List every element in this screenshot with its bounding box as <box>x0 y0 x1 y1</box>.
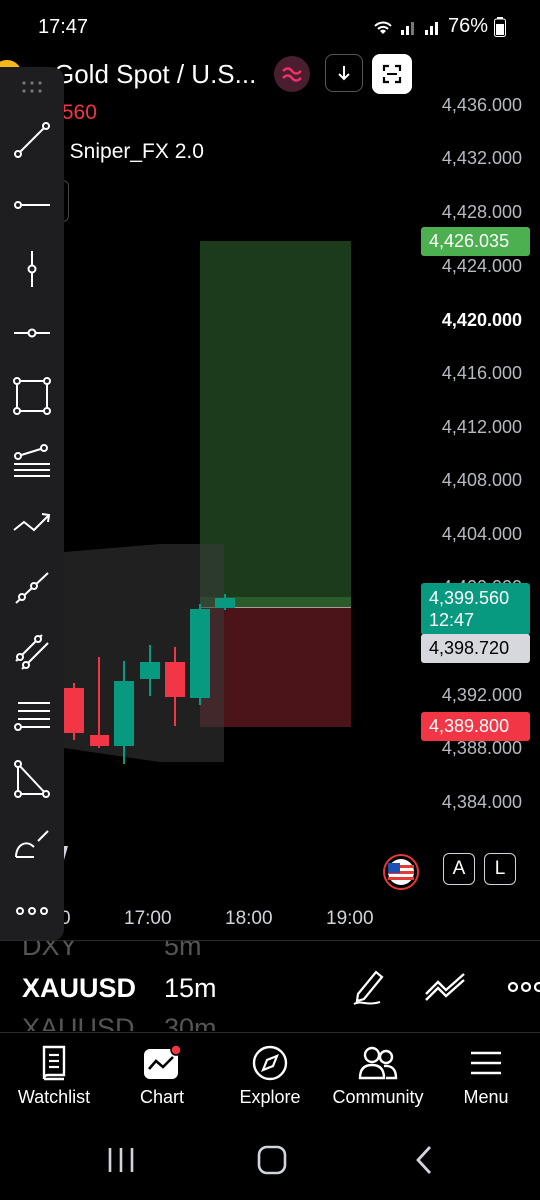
price-label: 4,428.000 <box>441 202 522 222</box>
nav-label: Watchlist <box>17 1087 91 1107</box>
picker-wheel[interactable]: DXY 5m XAUUSD 15m XAUUSD 30m <box>0 941 340 1031</box>
crosshair-price-tag: 4,398.720 <box>421 634 530 663</box>
time-label: 17:00 <box>124 908 172 929</box>
price-label: 4,408.000 <box>441 470 522 490</box>
vertical-line-icon <box>27 251 37 287</box>
system-nav <box>0 1120 540 1200</box>
nav-label: Community <box>332 1087 424 1107</box>
nav-explore[interactable]: Explore <box>216 1045 324 1108</box>
triangle-icon <box>14 760 50 798</box>
fib-retracement-icon <box>14 444 50 477</box>
wave-button[interactable] <box>274 56 310 92</box>
current-price-tag: 4,399.560 12:47 <box>421 583 530 635</box>
candle <box>64 683 84 740</box>
horizontal-ray-icon <box>14 201 50 209</box>
recent-apps-icon[interactable] <box>106 1146 136 1174</box>
price-label: 4,388.000 <box>441 738 522 758</box>
tool-rectangle[interactable] <box>6 370 58 422</box>
watchlist-icon <box>42 1045 66 1081</box>
drawing-toolbar <box>0 67 64 941</box>
picker-row-next[interactable]: XAUUSD <box>22 1013 135 1031</box>
tool-horizontal-line[interactable] <box>6 307 58 359</box>
tool-fib-retracement[interactable] <box>6 434 58 486</box>
time-label: 18:00 <box>225 908 273 929</box>
picker-timeframe-prev[interactable]: 5m <box>164 941 202 962</box>
price-label: 4,420.000 <box>441 310 522 330</box>
compass-icon <box>252 1045 288 1081</box>
tool-parallel-channel[interactable] <box>6 625 58 677</box>
rectangle-icon <box>13 377 51 415</box>
price-label: 4,436.000 <box>441 95 522 115</box>
tool-more[interactable] <box>6 885 58 937</box>
more-options-icon[interactable] <box>506 980 540 994</box>
picker-symbol: XAUUSD <box>22 973 137 1003</box>
path-icon <box>13 513 51 532</box>
picker-row-selected[interactable]: XAUUSD <box>22 973 136 1004</box>
nav-watchlist[interactable]: Watchlist <box>0 1045 108 1108</box>
nav-label: Chart <box>139 1087 184 1107</box>
picker-row-prev[interactable]: DXY <box>22 941 78 962</box>
picker-timeframe-selected[interactable]: 15m <box>164 973 217 1004</box>
toolbar-drag-handle[interactable] <box>6 67 58 107</box>
pitchfork-icon <box>14 702 50 731</box>
horizontal-line-icon <box>14 328 50 338</box>
tool-triangle[interactable] <box>6 753 58 805</box>
target-price-tag: 4,426.035 <box>421 227 530 256</box>
drag-handle-icon <box>22 81 42 93</box>
indicator-label[interactable]: ] Sniper_FX 2.0 <box>58 140 204 164</box>
price-label: 4,432.000 <box>441 148 522 168</box>
candle <box>190 604 210 705</box>
nav-label: Explore <box>239 1087 301 1107</box>
log-scale-button[interactable]: L <box>484 853 516 885</box>
tool-pitchfork[interactable] <box>6 689 58 741</box>
fullscreen-icon <box>382 64 402 84</box>
indicators-wave-icon[interactable] <box>424 970 468 1004</box>
bottom-nav: Watchlist Chart Explore Community Menu <box>0 1032 540 1121</box>
back-icon[interactable] <box>412 1144 436 1176</box>
current-price: 4,399.560 <box>429 588 510 608</box>
flag-icon[interactable] <box>383 854 419 890</box>
fullscreen-button[interactable] <box>372 54 412 94</box>
tool-ray[interactable] <box>6 561 58 613</box>
nav-chart[interactable]: Chart <box>108 1045 216 1108</box>
pencil-icon[interactable] <box>350 966 386 1006</box>
nav-label: Menu <box>463 1087 509 1107</box>
time-label: 19:00 <box>326 908 374 929</box>
tool-path[interactable] <box>6 498 58 550</box>
nav-community[interactable]: Community <box>324 1045 432 1108</box>
stop-price-tag: 4,389.800 <box>421 712 530 741</box>
parallel-channel-icon <box>15 634 49 670</box>
home-icon[interactable] <box>256 1144 288 1176</box>
price-label: 4,392.000 <box>441 685 522 705</box>
tool-brush[interactable] <box>6 817 58 869</box>
tool-horizontal-ray[interactable] <box>6 179 58 231</box>
auto-scale-button[interactable]: A <box>443 853 475 885</box>
more-dots-icon <box>16 907 48 915</box>
picker-symbol: XAUUSD <box>22 1013 135 1031</box>
chart-icon <box>144 1045 182 1079</box>
price-label: 4,416.000 <box>441 363 522 383</box>
wave-icon <box>282 67 302 82</box>
price-label: 4,424.000 <box>441 256 522 276</box>
bar-countdown: 12:47 <box>429 610 475 630</box>
tool-trend-line[interactable] <box>6 114 58 166</box>
price-label: 4,384.000 <box>441 792 522 812</box>
nav-menu[interactable]: Menu <box>432 1045 540 1108</box>
hamburger-icon <box>471 1051 501 1075</box>
picker-timeframe-next[interactable]: 30m <box>164 1013 217 1031</box>
trend-line-icon <box>14 122 50 158</box>
download-button[interactable] <box>325 54 363 92</box>
symbol-title[interactable]: Gold Spot / U.S... <box>54 59 256 90</box>
ray-icon <box>15 572 49 604</box>
community-icon <box>358 1046 398 1080</box>
price-label: 4,412.000 <box>441 417 522 437</box>
picker-symbol: DXY <box>22 941 78 961</box>
arrow-down-icon <box>338 66 350 81</box>
tool-vertical-line[interactable] <box>6 243 58 295</box>
brush-icon <box>15 830 49 858</box>
price-label: 4,404.000 <box>441 524 522 544</box>
